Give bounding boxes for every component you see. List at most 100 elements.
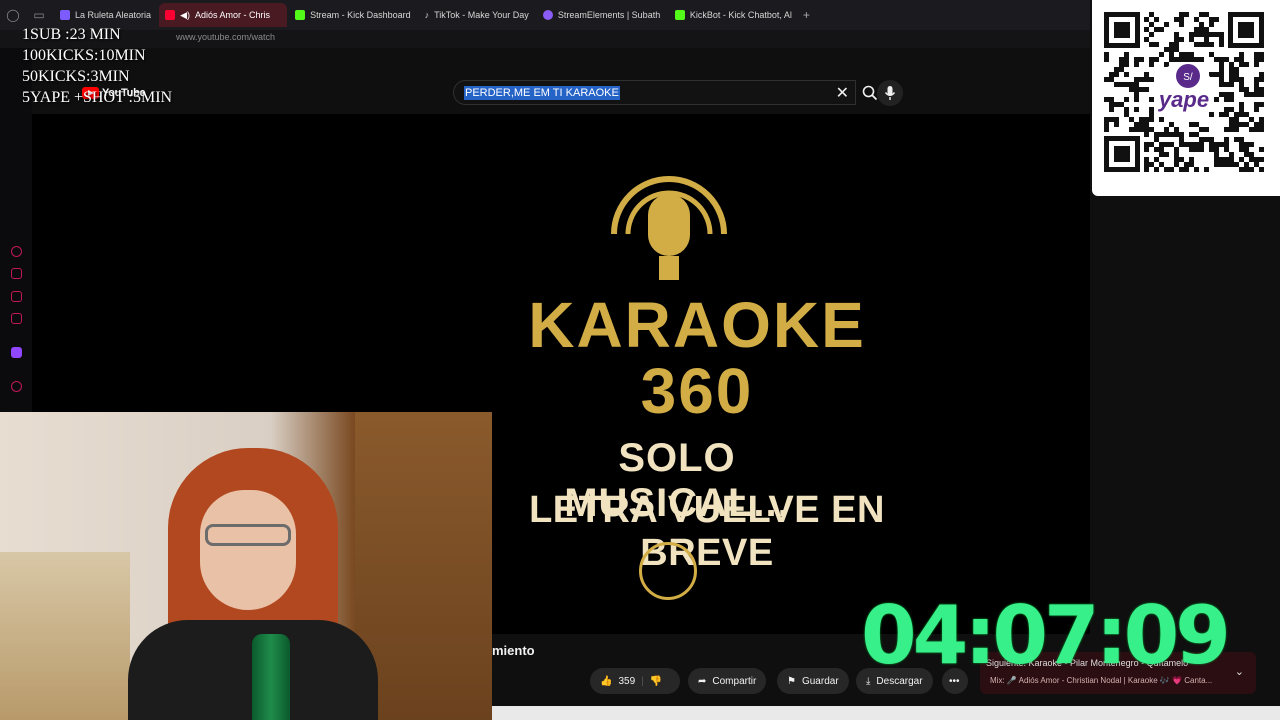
share-button[interactable]: ➦ Compartir <box>688 668 767 694</box>
voice-search-button[interactable] <box>877 80 903 106</box>
qr-module <box>1129 127 1134 132</box>
qr-module <box>1124 97 1129 102</box>
qr-module <box>1234 67 1239 72</box>
qr-module <box>1214 157 1219 162</box>
qr-module <box>1244 87 1249 92</box>
new-tab-plus-icon[interactable]: + <box>803 8 810 22</box>
history-icon[interactable] <box>11 246 22 257</box>
qr-module <box>1144 142 1149 147</box>
qr-module <box>1209 52 1214 57</box>
qr-module <box>1114 82 1119 87</box>
qr-module <box>1219 62 1224 67</box>
qr-module <box>1139 77 1144 82</box>
qr-module <box>1219 67 1224 72</box>
qr-module <box>1149 12 1154 17</box>
settings-icon[interactable] <box>11 381 22 392</box>
qr-module <box>1169 42 1174 47</box>
qr-module <box>1129 87 1134 92</box>
qr-module <box>1219 162 1224 167</box>
qr-module <box>1229 152 1234 157</box>
qr-module <box>1144 157 1149 162</box>
qr-module <box>1179 17 1184 22</box>
qr-module <box>1104 57 1109 62</box>
qr-module <box>1134 107 1139 112</box>
instagram-icon[interactable] <box>11 291 22 302</box>
qr-module <box>1259 127 1264 132</box>
goal-line: 100KICKS:10MIN <box>22 47 146 64</box>
qr-module <box>1179 132 1184 137</box>
tab-kick-dashboard[interactable]: Stream - Kick Dashboard <box>289 3 417 27</box>
qr-module <box>1229 82 1234 87</box>
messenger-icon[interactable] <box>11 268 22 279</box>
tab-tiktok[interactable]: ♪ TikTok - Make Your Day <box>419 3 535 27</box>
tab-youtube-active[interactable]: ◀) Adiós Amor - Chris <box>159 3 288 27</box>
qr-module <box>1254 62 1259 67</box>
qr-module <box>1259 72 1264 77</box>
qr-module <box>1249 157 1254 162</box>
qr-module <box>1134 57 1139 62</box>
tab-streamelements[interactable]: StreamElements | Subath <box>537 3 667 27</box>
qr-module <box>1224 82 1229 87</box>
qr-module <box>1174 157 1179 162</box>
green-bottle <box>252 634 290 720</box>
qr-module <box>1209 32 1214 37</box>
qr-module <box>1229 77 1234 82</box>
qr-module <box>1159 147 1164 152</box>
qr-module <box>1179 57 1184 62</box>
tab-kickbot[interactable]: KickBot - Kick Chatbot, Al <box>669 3 797 27</box>
qr-module <box>1159 142 1164 147</box>
save-button[interactable]: ⚑ Guardar <box>777 668 849 694</box>
clear-search-icon[interactable]: ✕ <box>836 83 849 103</box>
goal-line: 50KICKS:3MIN <box>22 68 130 85</box>
qr-module <box>1169 57 1174 62</box>
qr-module <box>1239 107 1244 112</box>
qr-module <box>1149 42 1154 47</box>
glasses <box>205 524 291 546</box>
qr-module <box>1149 62 1154 67</box>
tab-label: Adiós Amor - Chris <box>194 10 271 20</box>
qr-module <box>1214 97 1219 102</box>
qr-module <box>1209 147 1214 152</box>
qr-module <box>1184 57 1189 62</box>
qr-module <box>1259 57 1264 62</box>
twitch-icon[interactable] <box>11 347 22 358</box>
qr-module <box>1184 167 1189 172</box>
qr-module <box>1204 27 1209 32</box>
qr-module <box>1149 77 1154 82</box>
qr-module <box>1154 132 1159 137</box>
qr-module <box>1144 147 1149 152</box>
loading-ring-icon <box>639 542 697 600</box>
qr-module <box>1204 32 1209 37</box>
search-input[interactable]: PERDER,ME EM TI KARAOKE ✕ <box>453 80 856 105</box>
qr-module <box>1149 162 1154 167</box>
qr-module <box>1244 167 1249 172</box>
qr-module <box>1229 72 1234 77</box>
youtube-header: YouTube PERDER,ME EM TI KARAOKE ✕ <box>32 72 1090 114</box>
search-query[interactable]: PERDER,ME EM TI KARAOKE <box>464 86 620 100</box>
qr-module <box>1174 127 1179 132</box>
chevron-down-icon[interactable]: ⌄ <box>1235 665 1244 678</box>
kick-sidebar-icon[interactable] <box>11 313 22 324</box>
qr-module <box>1259 157 1264 162</box>
qr-module <box>1259 122 1264 127</box>
qr-module <box>1234 77 1239 82</box>
qr-module <box>1164 127 1169 132</box>
like-count[interactable]: 359 <box>618 676 635 687</box>
qr-module <box>1239 57 1244 62</box>
qr-module <box>1139 57 1144 62</box>
qr-module <box>1124 62 1129 67</box>
qr-module <box>1239 62 1244 67</box>
qr-module <box>1224 107 1229 112</box>
tab-label: StreamElements | Subath <box>557 10 661 20</box>
qr-module <box>1179 142 1184 147</box>
qr-module <box>1244 142 1249 147</box>
qr-module <box>1114 117 1119 122</box>
speaker-icon[interactable]: ◀) <box>180 10 190 21</box>
dislike-icon[interactable]: 👎 <box>650 676 662 687</box>
streamelements-favicon-icon <box>542 10 553 20</box>
qr-module <box>1234 127 1239 132</box>
like-icon[interactable]: 👍 <box>600 676 612 687</box>
qr-module <box>1124 52 1129 57</box>
qr-module <box>1209 17 1214 22</box>
qr-module <box>1164 152 1169 157</box>
